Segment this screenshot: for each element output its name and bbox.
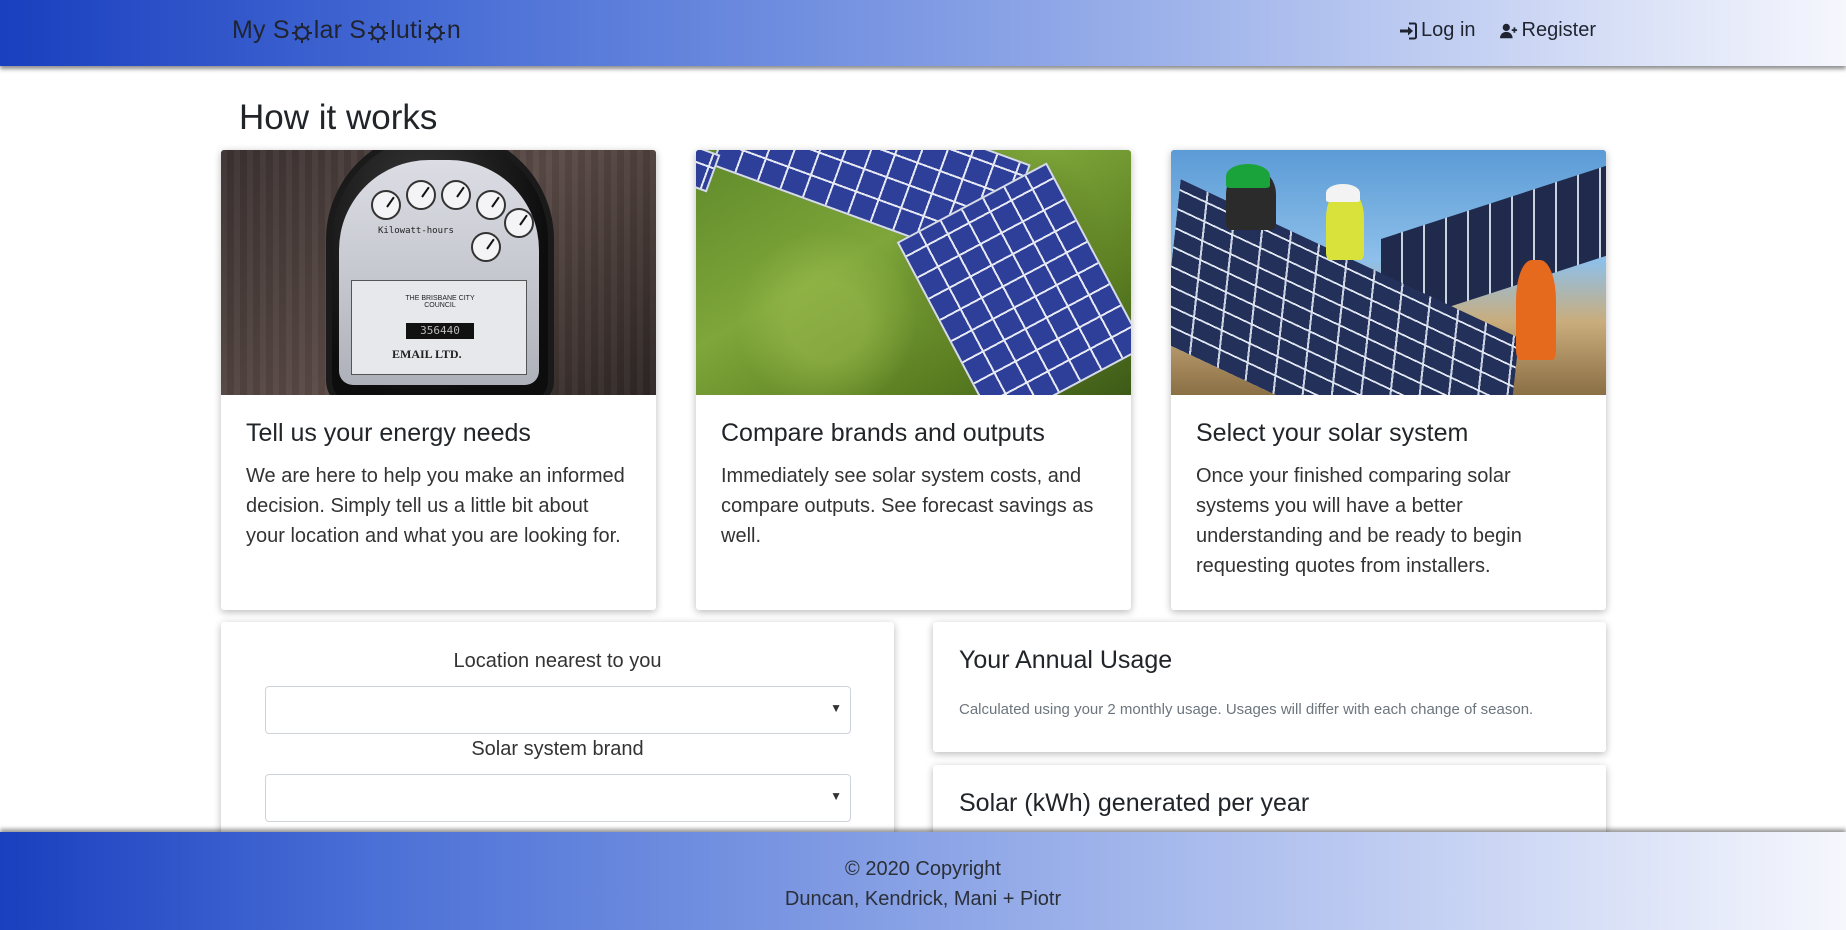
solar-title: Solar (kWh) generated per year (959, 789, 1310, 817)
footer-authors: Duncan, Kendrick, Mani + Piotr (784, 888, 1062, 910)
card-title: Select your solar system (1196, 419, 1469, 447)
card-title: Compare brands and outputs (721, 419, 1045, 447)
info-card-select: Select your solar system Once your finis… (1171, 150, 1606, 610)
login-label: Log in (1421, 19, 1476, 41)
brand-text-part: lar S (313, 16, 367, 44)
brand-select[interactable]: ▼ (265, 774, 851, 822)
card-text: We are here to help you make an informed… (246, 465, 625, 547)
annual-usage-card: Your Annual Usage Calculated using your … (933, 622, 1606, 752)
info-card-energy-needs: Kilowatt-hours THE BRISBANE CITY COUNCIL… (221, 150, 656, 610)
sign-in-icon (1400, 22, 1418, 39)
meter-label: Kilowatt-hours (378, 226, 454, 236)
user-plus-icon (1499, 23, 1517, 38)
brand-label: Solar system brand (471, 738, 644, 760)
sun-icon (424, 20, 446, 43)
login-link[interactable]: Log in (1399, 19, 1476, 42)
navbar: My S lar S luti n Log in Register (0, 0, 1846, 66)
brand-logo[interactable]: My S lar S luti n (232, 16, 461, 45)
register-link[interactable]: Register (1499, 19, 1596, 42)
nav-links: Log in Register (1399, 19, 1596, 42)
location-select[interactable]: ▼ (265, 686, 851, 734)
installers-image (1171, 150, 1606, 395)
chevron-down-icon: ▼ (830, 789, 842, 803)
card-title: Tell us your energy needs (246, 419, 531, 447)
footer-copyright: © 2020 Copyright (845, 858, 1001, 880)
brand-text-part: My S (232, 16, 290, 44)
sun-icon (367, 20, 389, 43)
chevron-down-icon: ▼ (830, 701, 842, 715)
brand-text-part: luti (390, 16, 423, 44)
footer: © 2020 Copyright Duncan, Kendrick, Mani … (0, 832, 1846, 930)
register-label: Register (1521, 19, 1596, 41)
card-text: Once your finished comparing solar syste… (1196, 465, 1522, 577)
page-title: How it works (239, 98, 438, 137)
card-text: Immediately see solar system costs, and … (721, 465, 1094, 547)
electricity-meter-image: Kilowatt-hours THE BRISBANE CITY COUNCIL… (221, 150, 656, 395)
usage-title: Your Annual Usage (959, 646, 1173, 674)
search-form-card: Location nearest to you ▼ Solar system b… (221, 622, 894, 842)
meter-council-text: THE BRISBANE CITY COUNCIL (405, 295, 475, 309)
brand-text-part: n (446, 16, 462, 44)
meter-reading: 356440 (406, 323, 474, 339)
location-label: Location nearest to you (453, 650, 662, 672)
meter-maker: EMAIL LTD. (392, 347, 462, 361)
solar-panels-image (696, 150, 1131, 395)
sun-icon (291, 20, 313, 43)
usage-note: Calculated using your 2 monthly usage. U… (959, 701, 1534, 718)
info-card-compare: Compare brands and outputs Immediately s… (696, 150, 1131, 610)
